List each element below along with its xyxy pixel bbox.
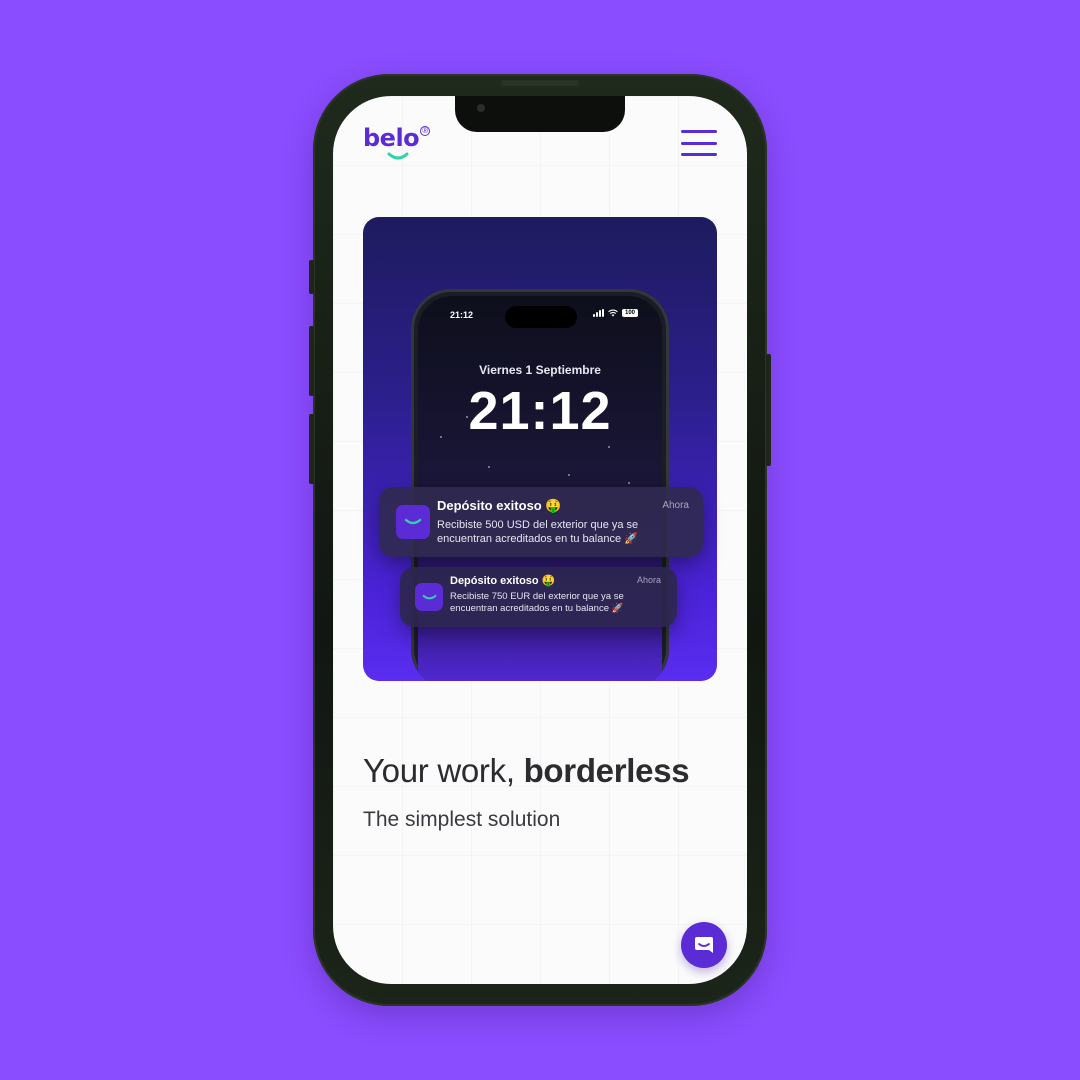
lock-screen-clock: 21:12 bbox=[468, 381, 612, 441]
page-subheadline: The simplest solution bbox=[363, 808, 561, 831]
headline-bold: borderless bbox=[523, 752, 690, 789]
volume-down-button bbox=[309, 414, 314, 484]
notification-title: Depósito exitoso 🤑 bbox=[450, 575, 556, 587]
notification-time: Ahora bbox=[662, 500, 689, 511]
notification-body: Recibiste 500 USD del exterior que ya se… bbox=[437, 519, 639, 546]
website-screen: belo ® 21:12 100 Viernes 1 Septiembre 21… bbox=[333, 96, 747, 984]
power-button bbox=[766, 354, 771, 466]
logo-wordmark: belo bbox=[363, 124, 420, 152]
hamburger-menu-icon[interactable] bbox=[681, 130, 717, 156]
volume-up-button bbox=[309, 326, 314, 396]
dynamic-island bbox=[505, 306, 577, 328]
status-bar-time: 21:12 bbox=[450, 310, 474, 320]
chat-button[interactable] bbox=[681, 922, 727, 968]
phone-device-frame: belo ® 21:12 100 Viernes 1 Septiembre 21… bbox=[309, 74, 771, 1006]
logo-smile-icon bbox=[387, 152, 409, 160]
front-camera-icon bbox=[477, 104, 485, 112]
speaker-grille bbox=[501, 80, 579, 86]
wifi-icon bbox=[608, 309, 618, 317]
belo-app-icon bbox=[396, 505, 430, 539]
headline-regular: Your work, bbox=[363, 752, 524, 789]
notification-body: Recibiste 750 EUR del exterior que ya se… bbox=[450, 591, 624, 615]
lock-screen-date: Viernes 1 Septiembre bbox=[479, 363, 601, 377]
status-bar-icons: 100 bbox=[593, 309, 638, 317]
device-notch bbox=[455, 96, 625, 132]
registered-mark: ® bbox=[420, 126, 431, 136]
belo-app-icon bbox=[415, 583, 443, 611]
mute-switch bbox=[309, 260, 314, 294]
notification-card: Depósito exitoso 🤑 Ahora Recibiste 500 U… bbox=[379, 487, 703, 557]
notification-title: Depósito exitoso 🤑 bbox=[437, 498, 562, 513]
battery-icon: 100 bbox=[622, 309, 638, 317]
notification-time: Ahora bbox=[636, 575, 661, 585]
hero-image-card: 21:12 100 Viernes 1 Septiembre 21:12 Dep… bbox=[363, 217, 717, 681]
notification-card: Depósito exitoso 🤑 Ahora Recibiste 750 E… bbox=[400, 567, 677, 627]
cellular-signal-icon bbox=[593, 309, 604, 317]
page-headline: Your work, borderless bbox=[363, 752, 690, 790]
chat-bubble-icon bbox=[695, 937, 713, 953]
belo-logo[interactable]: belo ® bbox=[363, 124, 431, 160]
